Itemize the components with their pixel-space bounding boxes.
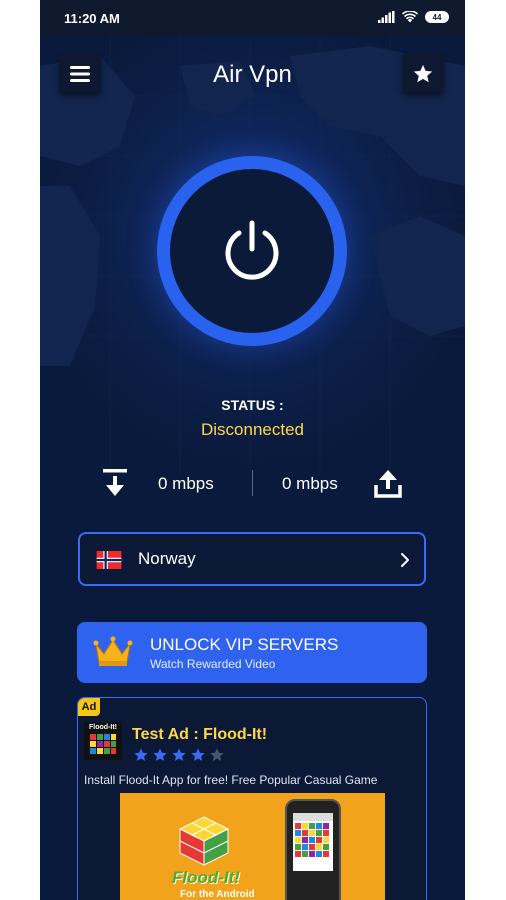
game-board-image — [293, 813, 333, 857]
speed-divider — [252, 470, 253, 496]
connection-status: Disconnected — [200, 420, 304, 439]
signal-icon — [378, 11, 395, 23]
download-icon — [103, 469, 127, 496]
power-icon — [225, 220, 279, 280]
norway-flag-icon — [96, 551, 122, 569]
star-filled-icon — [172, 748, 186, 761]
speed-row: 0 mbps 0 mbps — [40, 466, 465, 502]
ad-title[interactable]: Test Ad : Flood-It! — [132, 726, 267, 744]
app-screen: 11:20 AM 44 Air Vpn STATUS: Disconnecte… — [40, 0, 465, 900]
status-label: STATUS : — [221, 397, 284, 413]
rubik-cube-icon — [178, 816, 230, 866]
star-icon — [413, 64, 433, 83]
vip-subtitle: Watch Rewarded Video — [150, 657, 276, 671]
vip-title: UNLOCK VIP SERVERS — [150, 635, 339, 654]
wifi-icon — [402, 11, 418, 23]
unlock-vip-button[interactable]: UNLOCK VIP SERVERS Watch Rewarded Video — [77, 622, 427, 683]
server-country: Norway — [138, 549, 196, 568]
upload-icon — [374, 470, 402, 498]
status-icons: 44 — [378, 11, 449, 23]
ad-banner-image[interactable]: Flood-It! For the Android — [120, 793, 385, 900]
status-time: 11:20 AM — [64, 11, 120, 26]
ad-badge: Ad — [78, 698, 100, 716]
ad-app-icon[interactable]: Flood-It! — [84, 722, 122, 760]
status-bar: 11:20 AM 44 — [40, 0, 465, 36]
ad-rating — [133, 747, 225, 763]
download-speed: 0 mbps — [158, 474, 214, 493]
connect-power-button[interactable] — [157, 156, 347, 346]
ad-banner-title: Flood-It! — [172, 868, 240, 887]
chevron-right-icon — [401, 553, 409, 567]
crown-icon — [93, 636, 133, 666]
ad-phone-screen — [293, 813, 333, 871]
star-filled-icon — [134, 748, 148, 761]
star-empty-icon — [210, 748, 224, 761]
favorites-button[interactable] — [402, 53, 444, 95]
ad-description: Install Flood-It App for free! Free Popu… — [84, 773, 378, 787]
upload-speed: 0 mbps — [282, 474, 338, 493]
star-filled-icon — [191, 748, 205, 761]
flood-it-grid-icon — [90, 734, 116, 754]
ad-phone-image — [285, 799, 341, 900]
native-ad-card[interactable]: Ad Flood-It! Test Ad : Flood-It! Install… — [77, 697, 427, 900]
ad-icon-label: Flood-It! — [89, 724, 117, 731]
battery-icon: 44 — [425, 11, 449, 23]
server-selector[interactable]: Norway — [78, 532, 426, 586]
ad-banner-subtitle: For the Android — [180, 889, 255, 900]
star-filled-icon — [153, 748, 167, 761]
